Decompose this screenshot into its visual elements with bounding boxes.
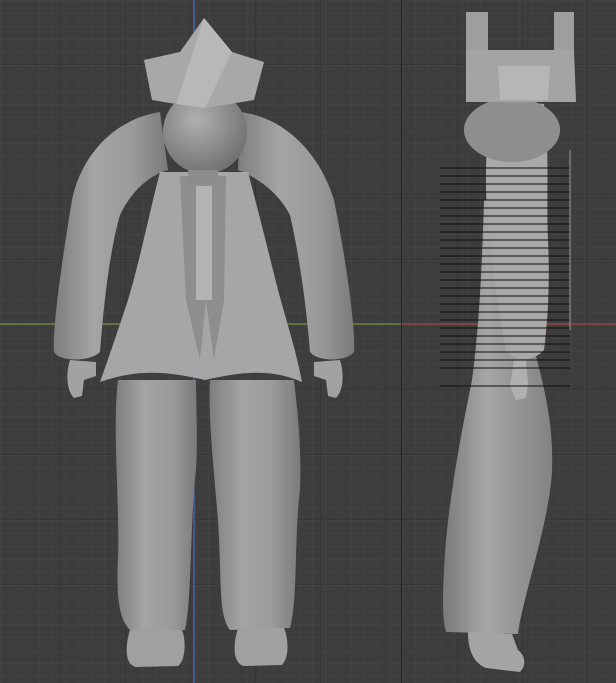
side-grid — [402, 0, 616, 683]
front-viewport[interactable] — [0, 0, 401, 683]
side-viewport[interactable] — [402, 0, 616, 683]
front-grid — [0, 0, 401, 683]
